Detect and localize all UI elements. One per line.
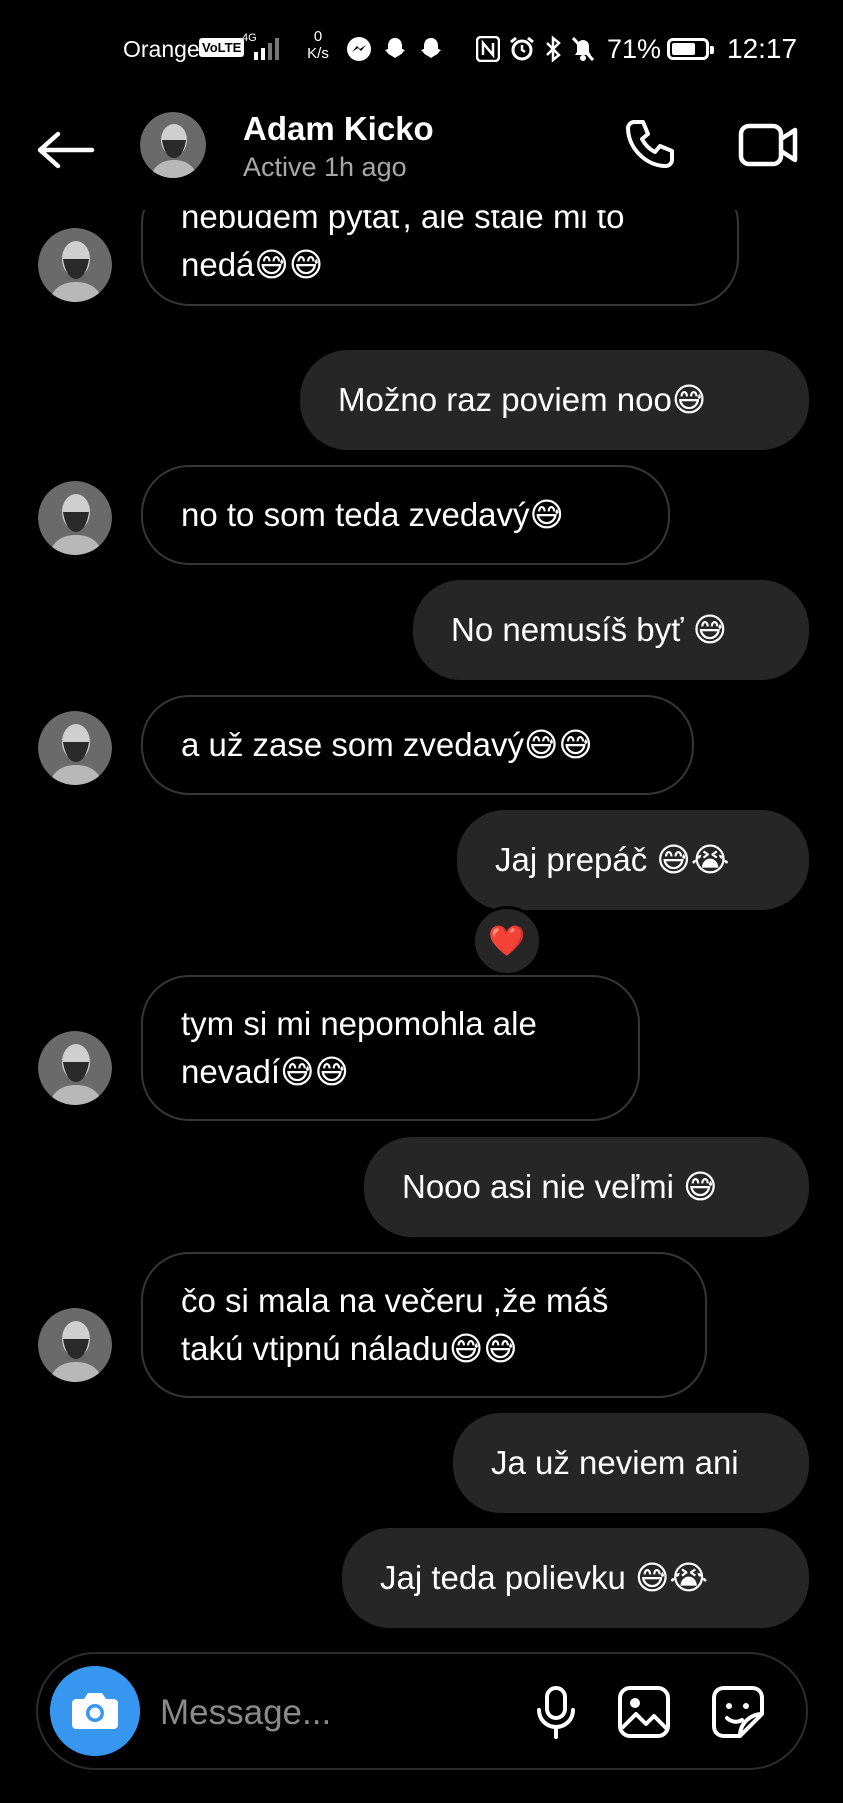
sender-avatar[interactable]: [38, 1031, 112, 1105]
system-icons: [476, 34, 596, 64]
svg-text:4G: 4G: [242, 32, 257, 44]
carrier-label: Orange: [123, 36, 200, 62]
outgoing-message[interactable]: No nemusíš byť 😅: [413, 580, 809, 680]
volte-badge: VoLTE: [199, 38, 245, 57]
outgoing-message[interactable]: Možno raz poviem noo😅: [300, 350, 809, 450]
snapchat-icon-2: [421, 38, 441, 58]
chat-header: Adam Kicko Active 1h ago: [0, 100, 843, 210]
heart-reaction-icon[interactable]: ❤️: [472, 906, 542, 976]
incoming-message[interactable]: nebudem pýtať, ale stále mi to nedá😅😅: [141, 210, 739, 306]
sticker-icon[interactable]: [710, 1684, 766, 1740]
status-bar: Orange VoLTE 4G 0 K/s 71% 12:17: [0, 0, 843, 100]
incoming-message[interactable]: no to som teda zvedavý😅: [141, 465, 670, 565]
outgoing-message[interactable]: Ja už neviem ani: [453, 1413, 809, 1513]
messenger-icon: [347, 37, 371, 61]
message-composer: [36, 1652, 808, 1770]
microphone-icon[interactable]: [528, 1684, 584, 1740]
outgoing-message[interactable]: Jaj prepáč 😅😭: [457, 810, 809, 910]
sender-avatar[interactable]: [38, 1308, 112, 1382]
sender-avatar[interactable]: [38, 481, 112, 555]
camera-icon[interactable]: [50, 1666, 140, 1756]
clock: 12:17: [727, 33, 798, 64]
incoming-message[interactable]: a už zase som zvedavý😅😅: [141, 695, 694, 795]
avatar[interactable]: [140, 112, 206, 178]
signal-icon: 4G: [242, 32, 279, 60]
outgoing-message[interactable]: Nooo asi nie veľmi 😅: [364, 1137, 809, 1237]
message-input[interactable]: [158, 1684, 482, 1742]
incoming-message[interactable]: tym si mi nepomohla ale nevadí😅😅: [141, 975, 640, 1121]
battery-icon: [667, 38, 714, 60]
notification-icons: [346, 36, 444, 66]
sender-avatar[interactable]: [38, 228, 112, 302]
snapchat-icon: [385, 38, 405, 58]
sender-avatar[interactable]: [38, 711, 112, 785]
video-camera-icon[interactable]: [738, 122, 798, 168]
network-speed: 0 K/s: [307, 28, 329, 62]
gallery-icon[interactable]: [616, 1684, 672, 1740]
nfc-icon: [476, 36, 500, 62]
mute-icon: [571, 36, 595, 62]
bluetooth-icon: [546, 35, 561, 63]
alarm-icon: [510, 36, 534, 61]
back-arrow-icon[interactable]: [36, 130, 96, 170]
incoming-message[interactable]: čo si mala na večeru ,že máš takú vtipnú…: [141, 1252, 707, 1398]
contact-name[interactable]: Adam Kicko: [243, 110, 434, 148]
message-list[interactable]: nebudem pýtať, ale stále mi to nedá😅😅 Mož…: [0, 210, 843, 1640]
battery-percent: 71%: [607, 34, 662, 64]
phone-icon[interactable]: [622, 116, 678, 172]
outgoing-message[interactable]: Jaj teda polievku 😅😭: [342, 1528, 809, 1628]
contact-status: Active 1h ago: [243, 152, 407, 182]
